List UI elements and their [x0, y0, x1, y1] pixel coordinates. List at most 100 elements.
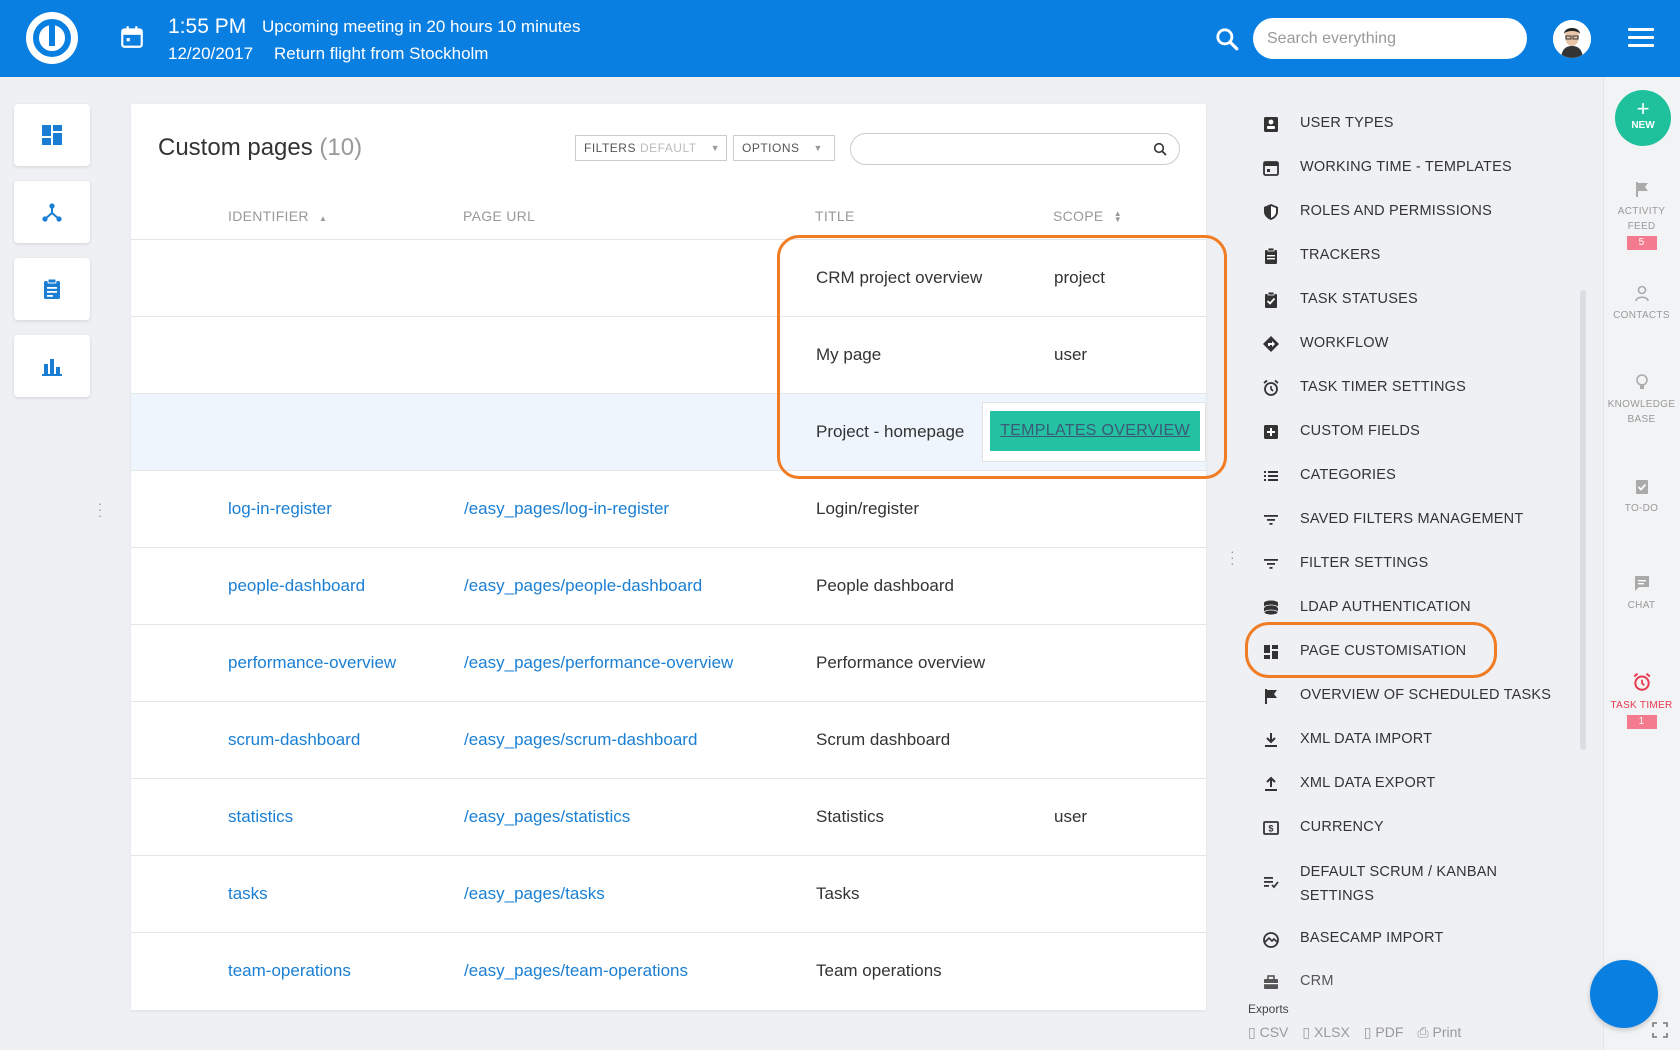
- menu-item-currency[interactable]: $ CURRENCY: [1262, 819, 1384, 837]
- menu-item-custom-fields[interactable]: CUSTOM FIELDS: [1262, 423, 1420, 441]
- projects-nav-button[interactable]: [14, 181, 90, 243]
- filters-label: FILTERS: [584, 141, 636, 155]
- search-icon[interactable]: [1153, 142, 1167, 156]
- table-row[interactable]: scrum-dashboard /easy_pages/scrum-dashbo…: [131, 701, 1206, 778]
- database-icon: [1263, 600, 1279, 616]
- alarm-clock-icon: [1633, 672, 1650, 691]
- plus-icon: +: [1636, 96, 1650, 121]
- menu-item-saved-filters-management[interactable]: SAVED FILTERS MANAGEMENT: [1262, 511, 1523, 529]
- templates-overview-button[interactable]: TEMPLATES OVERVIEW: [990, 411, 1200, 451]
- person-icon: [1634, 285, 1649, 302]
- column-header-scope[interactable]: SCOPE ▲ ▼: [1053, 208, 1122, 224]
- clipboard-check-icon: [1635, 480, 1648, 494]
- export-xlsx-link[interactable]: ▯ XLSX: [1302, 1024, 1353, 1041]
- exports-label: Exports: [1248, 1002, 1289, 1016]
- search-icon[interactable]: [1214, 26, 1240, 52]
- tasks-nav-button[interactable]: [14, 258, 90, 320]
- new-button[interactable]: + NEW: [1615, 90, 1671, 146]
- flag-icon: [1635, 182, 1648, 197]
- filter-icon: [1264, 559, 1278, 569]
- list-search-input[interactable]: [850, 133, 1180, 165]
- page-title: Custom pages (10): [158, 134, 362, 162]
- hamburger-menu-icon[interactable]: [1628, 28, 1654, 48]
- todo-button[interactable]: TO-DO: [1603, 477, 1680, 516]
- task-timer-button[interactable]: TASK TIMER 1: [1603, 672, 1680, 729]
- menu-item-ldap-authentication[interactable]: LDAP AUTHENTICATION: [1262, 599, 1471, 617]
- dashboard-nav-button[interactable]: [14, 104, 90, 166]
- menu-item-working-time-templates[interactable]: WORKING TIME - TEMPLATES: [1262, 159, 1512, 177]
- column-header-page-url[interactable]: PAGE URL: [463, 208, 535, 224]
- column-header-title[interactable]: TITLE: [815, 208, 855, 224]
- menu-item-page-customisation[interactable]: PAGE CUSTOMISATION: [1262, 643, 1466, 661]
- calendar-icon[interactable]: [119, 24, 145, 50]
- menu-item-user-types[interactable]: USER TYPES: [1262, 115, 1394, 133]
- right-panel-resize-handle[interactable]: · · ·: [1230, 544, 1235, 570]
- menu-item-basecamp-import[interactable]: BASECAMP IMPORT: [1262, 930, 1443, 948]
- shield-icon: [1264, 204, 1278, 220]
- timer-count-badge: 1: [1626, 715, 1657, 729]
- contacts-button[interactable]: CONTACTS: [1603, 284, 1680, 323]
- basecamp-icon: [1263, 932, 1279, 948]
- activity-count-badge: 5: [1626, 236, 1657, 250]
- table-row[interactable]: tasks /easy_pages/tasks Tasks: [131, 855, 1206, 932]
- calendar-icon: [1263, 161, 1279, 176]
- left-panel-resize-handle[interactable]: · · ·: [97, 496, 103, 522]
- svg-text:$: $: [1268, 824, 1273, 834]
- table-row[interactable]: performance-overview /easy_pages/perform…: [131, 624, 1206, 701]
- menu-item-xml-data-import[interactable]: XML DATA IMPORT: [1262, 731, 1432, 749]
- clipboard-check-icon: [1265, 291, 1277, 308]
- chat-icon: [1634, 576, 1649, 591]
- current-time: 1:55 PM: [168, 15, 247, 38]
- menu-item-task-statuses[interactable]: TASK STATUSES: [1262, 291, 1418, 309]
- export-csv-link[interactable]: ▯ CSV: [1248, 1024, 1292, 1041]
- top-bar: 1:55 PM 12/20/2017 Upcoming meeting in 2…: [0, 0, 1680, 77]
- table-row[interactable]: team-operations /easy_pages/team-operati…: [131, 932, 1206, 1009]
- menu-item-crm[interactable]: CRM: [1262, 973, 1334, 991]
- table-row[interactable]: My page user: [131, 316, 1206, 393]
- directions-icon: [1263, 336, 1279, 352]
- print-link[interactable]: ⎙ Print: [1417, 1024, 1465, 1041]
- options-dropdown[interactable]: OPTIONS ▼: [733, 135, 835, 161]
- app-logo[interactable]: [26, 12, 78, 64]
- filters-dropdown[interactable]: FILTERS DEFAULT ▼: [575, 135, 727, 161]
- dashboard-icon: [42, 125, 62, 145]
- menu-item-roles-and-permissions[interactable]: ROLES AND PERMISSIONS: [1262, 203, 1492, 221]
- menu-item-overview-of-scheduled-tasks[interactable]: OVERVIEW OF SCHEDULED TASKS: [1262, 687, 1551, 705]
- table-row-hovered[interactable]: Project - homepage TEMPLATES OVERVIEW: [131, 393, 1206, 470]
- clipboard-icon: [44, 278, 60, 299]
- chat-widget-bubble[interactable]: [1590, 960, 1658, 1028]
- knowledge-base-button[interactable]: KNOWLEDGE BASE: [1603, 373, 1680, 427]
- table-row[interactable]: people-dashboard /easy_pages/people-dash…: [131, 547, 1206, 624]
- export-pdf-link[interactable]: ▯ PDF: [1364, 1024, 1408, 1041]
- plus-box-icon: [1264, 425, 1278, 439]
- fullscreen-icon[interactable]: [1652, 1022, 1668, 1038]
- menu-item-task-timer-settings[interactable]: TASK TIMER SETTINGS: [1262, 379, 1466, 397]
- menu-item-workflow[interactable]: WORKFLOW: [1262, 335, 1389, 353]
- admin-menu-scrollbar[interactable]: [1580, 290, 1586, 750]
- menu-item-categories[interactable]: CATEGORIES: [1262, 467, 1396, 485]
- page-count: (10): [319, 134, 363, 161]
- chat-button[interactable]: CHAT: [1603, 574, 1680, 613]
- clipboard-icon: [1265, 247, 1277, 264]
- menu-item-trackers[interactable]: TRACKERS: [1262, 247, 1381, 265]
- menu-item-default-scrum-kanban-settings[interactable]: DEFAULT SCRUM / KANBAN SETTINGS: [1262, 863, 1497, 908]
- user-avatar[interactable]: [1553, 20, 1591, 58]
- custom-pages-panel: Custom pages (10) FILTERS DEFAULT ▼ OPTI…: [131, 104, 1206, 1010]
- filters-value: DEFAULT: [639, 141, 697, 155]
- menu-item-filter-settings[interactable]: FILTER SETTINGS: [1262, 555, 1428, 573]
- column-header-identifier[interactable]: IDENTIFIER ▲: [228, 208, 327, 224]
- upcoming-event[interactable]: Return flight from Stockholm: [274, 44, 488, 64]
- badge-icon: [1264, 117, 1278, 132]
- global-search-input[interactable]: [1253, 18, 1527, 59]
- upcoming-meeting[interactable]: Upcoming meeting in 20 hours 10 minutes: [262, 17, 580, 37]
- lightbulb-icon: [1635, 374, 1648, 389]
- table-row[interactable]: CRM project overview project: [131, 239, 1206, 316]
- chevron-down-icon: ▼: [710, 143, 720, 153]
- filter-icon: [1264, 515, 1278, 525]
- table-row[interactable]: log-in-register /easy_pages/log-in-regis…: [131, 470, 1206, 547]
- activity-feed-button[interactable]: ACTIVITY FEED 5: [1603, 180, 1680, 250]
- table-row[interactable]: statistics /easy_pages/statistics Statis…: [131, 778, 1206, 855]
- briefcase-icon: [1264, 975, 1278, 989]
- reports-nav-button[interactable]: [14, 335, 90, 397]
- menu-item-xml-data-export[interactable]: XML DATA EXPORT: [1262, 775, 1435, 793]
